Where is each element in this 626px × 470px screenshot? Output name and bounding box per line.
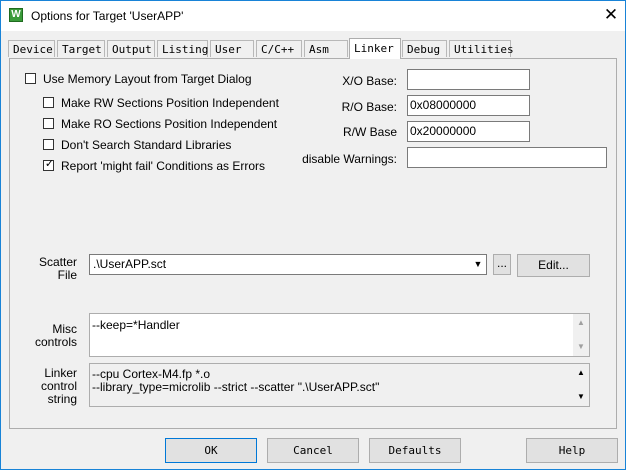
ro-base-label: R/O Base: [341, 100, 397, 114]
disable-warnings-input[interactable] [407, 147, 607, 168]
tab-listing[interactable]: Listing [157, 40, 208, 57]
linker-control-scrollbar[interactable]: ▲ ▼ [573, 364, 589, 406]
misc-label-controls: controls [34, 335, 77, 349]
disable-warnings-label: disable Warnings: [302, 152, 397, 166]
linker-control-string-textarea[interactable]: --cpu Cortex-M4.fp *.o --library_type=mi… [89, 363, 590, 407]
linker-control-line-2: --library_type=microlib --strict --scatt… [92, 380, 380, 394]
tab-cpp[interactable]: C/C++ [256, 40, 302, 57]
tab-linker[interactable]: Linker [349, 38, 401, 59]
scatter-file-value: .\UserAPP.sct [93, 257, 167, 271]
window-title: Options for Target 'UserAPP' [31, 9, 184, 23]
scatter-label: Scatter [38, 255, 77, 269]
scroll-down-icon[interactable]: ▼ [573, 340, 589, 354]
dont-search-std-libs-checkbox[interactable] [43, 139, 54, 150]
scroll-down-icon[interactable]: ▼ [573, 390, 589, 404]
xo-base-input[interactable] [407, 69, 530, 90]
tab-asm[interactable]: Asm [304, 40, 348, 57]
rw-base-label: R/W Base [342, 125, 397, 139]
linker-control-label: Linker [44, 366, 77, 380]
linker-control-label-control: control [40, 379, 77, 393]
tab-debug[interactable]: Debug [402, 40, 447, 57]
misc-label: Misc [52, 322, 77, 336]
ro-base-input[interactable]: 0x08000000 [407, 95, 530, 116]
defaults-button[interactable]: Defaults [369, 438, 461, 463]
rw-position-independent-checkbox[interactable] [43, 97, 54, 108]
edit-button[interactable]: Edit... [517, 254, 590, 277]
tab-user[interactable]: User [210, 40, 254, 57]
browse-button[interactable]: ... [493, 254, 511, 275]
might-fail-errors-label: Report 'might fail' Conditions as Errors [61, 159, 265, 173]
tab-output[interactable]: Output [107, 40, 155, 57]
tab-device[interactable]: Device [8, 40, 55, 57]
misc-controls-value: --keep=*Handler [92, 318, 180, 332]
linker-control-line-1: --cpu Cortex-M4.fp *.o [92, 367, 211, 381]
ro-position-independent-checkbox[interactable] [43, 118, 54, 129]
cancel-button[interactable]: Cancel [267, 438, 359, 463]
close-icon[interactable]: ✕ [599, 3, 623, 27]
misc-scrollbar[interactable]: ▲ ▼ [573, 314, 589, 356]
chevron-down-icon[interactable]: ▼ [471, 256, 485, 273]
title-bar: W Options for Target 'UserAPP' ✕ [1, 1, 625, 31]
options-dialog: W Options for Target 'UserAPP' ✕ Device … [0, 0, 626, 470]
app-icon: W [9, 8, 23, 22]
rw-base-input[interactable]: 0x20000000 [407, 121, 530, 142]
rw-position-independent-label: Make RW Sections Position Independent [61, 96, 279, 110]
tab-target[interactable]: Target [57, 40, 105, 57]
scroll-up-icon[interactable]: ▲ [573, 366, 589, 380]
scatter-label-file: File [57, 268, 77, 282]
tab-utilities[interactable]: Utilities [449, 40, 514, 57]
ok-button[interactable]: OK [165, 438, 257, 463]
linker-control-label-string: string [47, 392, 77, 406]
scroll-up-icon[interactable]: ▲ [573, 316, 589, 330]
scatter-file-combo[interactable]: .\UserAPP.sct ▼ [89, 254, 487, 275]
ro-position-independent-label: Make RO Sections Position Independent [61, 117, 278, 131]
xo-base-label: X/O Base: [342, 74, 397, 88]
use-memory-layout-checkbox[interactable] [25, 73, 36, 84]
check-icon: ✓ [44, 158, 55, 170]
use-memory-layout-label: Use Memory Layout from Target Dialog [43, 72, 252, 86]
help-button[interactable]: Help [526, 438, 618, 463]
might-fail-errors-checkbox[interactable]: ✓ [43, 158, 55, 171]
misc-controls-textarea[interactable]: --keep=*Handler ▲ ▼ [89, 313, 590, 357]
dont-search-std-libs-label: Don't Search Standard Libraries [61, 138, 232, 152]
